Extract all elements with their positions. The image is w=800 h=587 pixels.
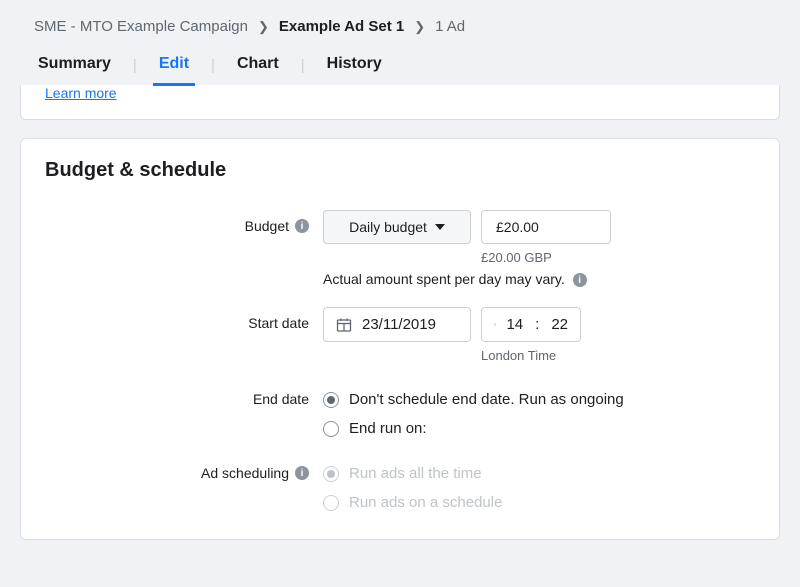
breadcrumb-adset[interactable]: Example Ad Set 1	[279, 18, 404, 35]
radio-icon	[323, 466, 339, 482]
radio-icon	[323, 421, 339, 437]
radio-icon	[323, 495, 339, 511]
sched-all-option: Run ads all the time	[323, 465, 755, 482]
tab-summary[interactable]: Summary	[34, 45, 115, 85]
start-time-input[interactable]: 14:22	[481, 307, 581, 342]
label-text: Start date	[248, 315, 309, 331]
chevron-right-icon: ❯	[258, 19, 269, 35]
ad-scheduling-row: Ad scheduling i Run ads all the time Run…	[45, 457, 755, 511]
budget-type-dropdown[interactable]: Daily budget	[323, 210, 471, 244]
time-hour: 14	[506, 316, 523, 333]
caret-down-icon	[435, 224, 445, 230]
tab-history[interactable]: History	[323, 45, 386, 85]
radio-label: Run ads on a schedule	[349, 494, 502, 511]
section-title: Budget & schedule	[45, 159, 755, 182]
learn-more-link[interactable]: Learn more	[45, 85, 117, 101]
tab-edit[interactable]: Edit	[155, 45, 193, 85]
budget-note: Actual amount spent per day may vary. i	[323, 271, 755, 287]
label-text: Budget	[245, 218, 289, 234]
dropdown-label: Daily budget	[349, 219, 427, 235]
start-date-label: Start date	[45, 307, 323, 331]
divider: |	[133, 57, 137, 74]
divider: |	[301, 57, 305, 74]
label-text: End date	[253, 391, 309, 407]
budget-amount-input[interactable]	[481, 210, 611, 244]
timezone-label: London Time	[481, 348, 755, 363]
info-icon[interactable]: i	[295, 466, 309, 480]
budget-schedule-card: Budget & schedule Budget i Daily budget …	[20, 138, 780, 540]
ad-scheduling-label: Ad scheduling i	[45, 457, 323, 481]
breadcrumb: SME - MTO Example Campaign ❯ Example Ad …	[20, 0, 780, 45]
info-icon[interactable]: i	[295, 219, 309, 233]
top-card: Learn more	[20, 85, 780, 120]
breadcrumb-ad[interactable]: 1 Ad	[435, 18, 465, 35]
start-date-row: Start date 23/11/2019	[45, 307, 755, 363]
end-runon-option[interactable]: End run on:	[323, 420, 755, 437]
budget-label: Budget i	[45, 210, 323, 234]
end-ongoing-option[interactable]: Don't schedule end date. Run as ongoing	[323, 391, 755, 408]
tab-chart[interactable]: Chart	[233, 45, 283, 85]
divider: |	[211, 57, 215, 74]
note-text: Actual amount spent per day may vary.	[323, 271, 565, 287]
end-date-label: End date	[45, 383, 323, 407]
time-minute: 22	[551, 316, 568, 333]
time-colon: :	[535, 316, 539, 333]
start-date-input[interactable]: 23/11/2019	[323, 307, 471, 342]
clock-icon	[494, 317, 496, 332]
calendar-icon	[336, 317, 352, 333]
breadcrumb-campaign[interactable]: SME - MTO Example Campaign	[34, 18, 248, 35]
radio-label: End run on:	[349, 420, 427, 437]
budget-row: Budget i Daily budget £20.00 GBP Actual …	[45, 210, 755, 287]
end-date-row: End date Don't schedule end date. Run as…	[45, 383, 755, 437]
budget-converted: £20.00 GBP	[481, 250, 755, 265]
info-icon[interactable]: i	[573, 273, 587, 287]
sched-schedule-option: Run ads on a schedule	[323, 494, 755, 511]
radio-label: Don't schedule end date. Run as ongoing	[349, 391, 624, 408]
radio-label: Run ads all the time	[349, 465, 482, 482]
label-text: Ad scheduling	[201, 465, 289, 481]
chevron-right-icon: ❯	[414, 19, 425, 35]
tabs: Summary | Edit | Chart | History	[20, 45, 780, 86]
date-value: 23/11/2019	[362, 316, 436, 333]
radio-icon	[323, 392, 339, 408]
